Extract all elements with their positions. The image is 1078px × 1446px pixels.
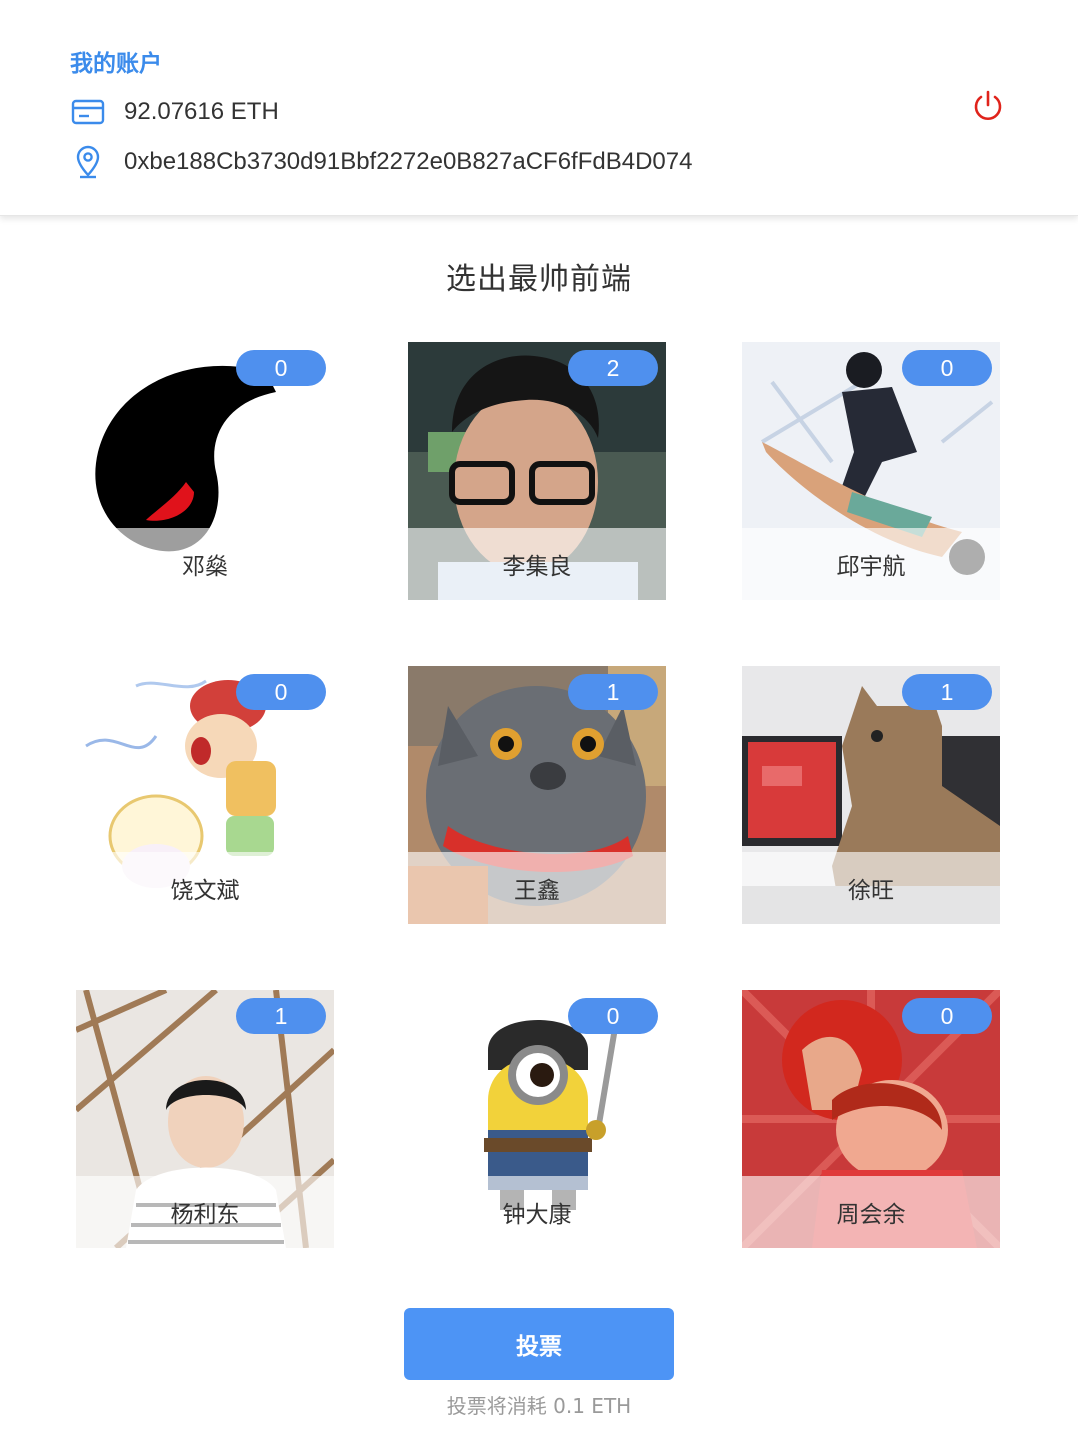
vote-cost-note: 投票将消耗 0.1 ETH [446,1394,632,1418]
candidate-name: 邓燊 [76,528,334,600]
candidate-card[interactable]: 0 邱宇航 [742,342,1000,600]
balance-value: 92.07616 ETH [124,98,279,125]
logout-button[interactable] [970,88,1006,124]
account-card: 我的账户 92.07616 ETH 0xbe188Cb3730d91Bbf227… [0,0,1078,216]
candidate-card[interactable]: 2 李集良 [408,342,666,600]
vote-count-badge: 2 [568,350,658,386]
address-row: 0xbe188Cb3730d91Bbf2272e0B827aCF6fFdB4D0… [70,144,692,180]
candidate-name: 饶文斌 [76,852,334,924]
candidate-name: 邱宇航 [742,528,1000,600]
vote-count-badge: 0 [236,674,326,710]
vote-count-badge: 0 [902,998,992,1034]
account-title: 我的账户 [70,51,162,77]
vote-count-badge: 0 [568,998,658,1034]
candidate-card[interactable]: 1 杨利东 [76,990,334,1248]
balance-row: 92.07616 ETH [70,94,279,130]
credit-card-icon [70,94,106,130]
vote-count-badge: 0 [902,350,992,386]
candidate-name: 徐旺 [742,852,1000,924]
power-icon [974,90,1002,120]
vote-button[interactable]: 投票 [404,1308,674,1380]
address-value: 0xbe188Cb3730d91Bbf2272e0B827aCF6fFdB4D0… [124,148,693,175]
candidate-card[interactable]: 0 周会余 [742,990,1000,1248]
candidate-name: 周会余 [742,1176,1000,1248]
candidate-card[interactable]: 0 饶文斌 [76,666,334,924]
candidate-card[interactable]: 0 邓燊 [76,342,334,600]
candidate-name: 李集良 [408,528,666,600]
candidate-card[interactable]: 1 徐旺 [742,666,1000,924]
vote-count-badge: 0 [236,350,326,386]
vote-count-badge: 1 [902,674,992,710]
vote-count-badge: 1 [568,674,658,710]
candidate-name: 杨利东 [76,1176,334,1248]
candidate-name: 钟大康 [408,1176,666,1248]
vote-count-badge: 1 [236,998,326,1034]
location-pin-icon [70,144,106,180]
candidate-name: 王鑫 [408,852,666,924]
candidate-card[interactable]: 0 钟大康 [408,990,666,1248]
candidate-card[interactable]: 1 王鑫 [408,666,666,924]
section-title: 选出最帅前端 [446,262,632,297]
